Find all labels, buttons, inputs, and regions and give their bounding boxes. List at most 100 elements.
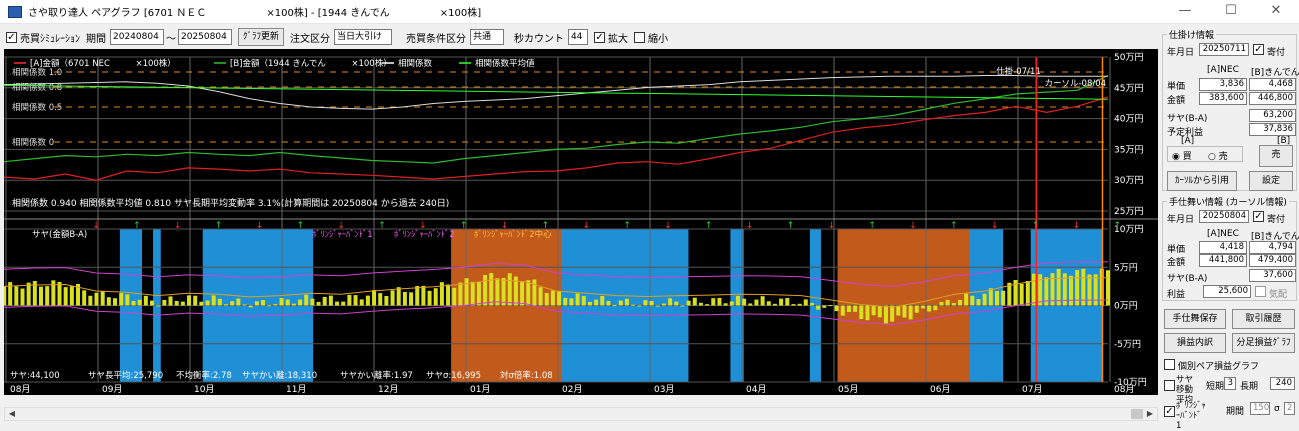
- exit-price-a: 4,418: [1199, 241, 1247, 254]
- ma-short-input[interactable]: 3: [1224, 377, 1236, 390]
- condition-label: 売買条件区分: [406, 33, 467, 45]
- saya-bar: [372, 289, 377, 306]
- x-tick-label: 03月: [654, 384, 674, 395]
- saya-bar: [791, 304, 796, 306]
- pair-graph-checkbox[interactable]: [1164, 359, 1175, 370]
- exit-info-title: 手仕舞い情報 (カーソル情報): [1167, 195, 1289, 208]
- zoom-out-toggle[interactable]: 縮小: [634, 30, 668, 45]
- saya-bar: [199, 301, 204, 306]
- sell-radio[interactable]: ○ 売: [1208, 149, 1228, 162]
- y-tick-lower: -10万円: [1114, 377, 1147, 388]
- kihai-label: 気配: [1269, 290, 1288, 300]
- cursor-quote-button[interactable]: ｶｰｿﾙから引用: [1167, 171, 1237, 191]
- zoom-in-checkbox[interactable]: ✓: [594, 31, 606, 43]
- saya-stat: サヤ:44,100: [10, 371, 60, 381]
- start-date-input[interactable]: 20240804: [110, 29, 164, 45]
- exit-save-button[interactable]: 手仕舞保存: [1164, 309, 1226, 329]
- saya-bar: [470, 281, 475, 306]
- condition-group: 売買条件区分 共通: [406, 29, 505, 45]
- signal-arrow-icon: ↑: [705, 221, 713, 231]
- corr-summary: 相関係数 0.940 相関係数平均値 0.810 サヤ長期平均変動率 3.1%(…: [12, 197, 449, 209]
- trade-history-button[interactable]: 取引履歴: [1232, 309, 1295, 329]
- saya-bar: [409, 292, 414, 306]
- corr-label: 相関係数 0.5: [12, 102, 62, 113]
- x-tick-label: 02月: [562, 384, 582, 395]
- scroll-left-icon[interactable]: ◀: [5, 408, 19, 420]
- ma-long-input[interactable]: 240: [1270, 377, 1295, 390]
- entry-amount-b: 446,800: [1249, 92, 1296, 105]
- saya-bar: [14, 286, 19, 306]
- bb-sigma-input[interactable]: 2: [1284, 402, 1295, 415]
- saya-bar: [631, 304, 636, 306]
- saya-bar: [63, 287, 68, 306]
- exit-saya-value: 37,600: [1249, 269, 1296, 282]
- kihai-checkbox[interactable]: [1255, 286, 1266, 297]
- saya-bar: [550, 290, 555, 306]
- scroll-thumb[interactable]: [1131, 409, 1143, 419]
- simulation-checkbox[interactable]: ✓: [6, 31, 17, 43]
- saya-bar: [1025, 280, 1030, 306]
- entry-date-input[interactable]: 20250711: [1199, 43, 1249, 56]
- end-date-input[interactable]: 20250804: [178, 29, 232, 45]
- saya-bar: [335, 301, 340, 306]
- graph-update-button[interactable]: ｸﾞﾗﾌ更新: [238, 28, 285, 46]
- exit-date-input[interactable]: 20250804: [1199, 210, 1249, 223]
- exit-saya-label: サヤ(B-A): [1167, 274, 1208, 284]
- saya-bar: [365, 295, 370, 306]
- tilde-label: ～: [166, 33, 176, 45]
- condition-select[interactable]: 共通: [470, 29, 505, 45]
- saya-bar: [1093, 274, 1098, 306]
- y-tick-upper: 25万円: [1114, 206, 1143, 217]
- saya-bar: [902, 305, 907, 318]
- ma-checkbox[interactable]: [1164, 380, 1175, 391]
- saya-bar: [729, 301, 734, 306]
- saya-bar: [883, 305, 888, 324]
- horizontal-scrollbar[interactable]: ◀ ▶: [4, 407, 1158, 421]
- saya-bar: [211, 295, 216, 306]
- app-icon: [8, 5, 22, 18]
- close-button[interactable]: ✕: [1253, 0, 1299, 24]
- minimize-button[interactable]: —: [1162, 0, 1208, 24]
- order-label: 注文区分: [290, 33, 331, 45]
- saya-bar: [168, 296, 173, 306]
- saya-bar: [581, 295, 586, 306]
- exit-yori-checkbox[interactable]: ✓: [1253, 211, 1264, 222]
- pnl-detail-button[interactable]: 損益内訳: [1164, 333, 1226, 353]
- zoom-out-checkbox[interactable]: [634, 31, 646, 43]
- saya-bar: [304, 294, 309, 306]
- y-tick-lower: 0万円: [1114, 301, 1138, 312]
- x-tick-label: 12月: [378, 384, 398, 395]
- saya-bar: [809, 303, 814, 306]
- buy-radio[interactable]: ◉ 買: [1172, 149, 1192, 162]
- pair-chart[interactable]: 08月09月10月11月12月01月02月03月04月05月06月07月08月2…: [4, 49, 1158, 395]
- saya-bar: [230, 301, 235, 306]
- simulation-toggle[interactable]: ✓ 売買ｼﾐｭﾚｰｼｮﾝ: [6, 30, 80, 45]
- seconds-input[interactable]: 44: [568, 29, 589, 45]
- exit-amount-label: 金額: [1167, 258, 1186, 268]
- minute-pnl-graph-button[interactable]: 分足損益ｸﾞﾗﾌ: [1232, 333, 1295, 353]
- saya-bar: [69, 286, 74, 306]
- signal-arrow-icon: ↑: [215, 221, 223, 231]
- zoom-in-toggle[interactable]: ✓ 拡大: [594, 30, 628, 45]
- pair-chart-svg[interactable]: 08月09月10月11月12月01月02月03月04月05月06月07月08月2…: [4, 49, 1158, 395]
- saya-bar: [569, 298, 574, 306]
- saya-bar: [137, 299, 142, 306]
- exit-amount-a: 441,800: [1199, 254, 1247, 267]
- saya-bar: [988, 288, 993, 306]
- bb-label: ﾎﾞﾘﾝｼﾞｬｰﾊﾞﾝﾄﾞ1: [1176, 401, 1206, 431]
- bb-period-input[interactable]: 150: [1250, 402, 1270, 415]
- saya-bar: [877, 305, 882, 318]
- entry-info-group: 仕掛け情報 年月日 20250711 ✓ 寄付 [A]NEC [B]きんでん 単…: [1162, 28, 1299, 191]
- saya-bar: [532, 279, 537, 306]
- entry-yori-checkbox[interactable]: ✓: [1253, 44, 1264, 55]
- entry-info-title: 仕掛け情報: [1167, 28, 1217, 41]
- settings-button[interactable]: 設定: [1249, 171, 1293, 191]
- ma-long-label: 長期: [1240, 382, 1259, 392]
- side-b-sell-button[interactable]: 売: [1259, 145, 1293, 167]
- order-select[interactable]: 当日大引け: [334, 29, 393, 45]
- maximize-button[interactable]: ☐: [1208, 0, 1254, 24]
- legend-entry: 相関係数平均値: [475, 58, 535, 69]
- scroll-right-icon[interactable]: ▶: [1143, 408, 1157, 420]
- bb-checkbox[interactable]: ✓: [1164, 406, 1175, 417]
- signal-arrow-icon: ↓: [582, 221, 590, 231]
